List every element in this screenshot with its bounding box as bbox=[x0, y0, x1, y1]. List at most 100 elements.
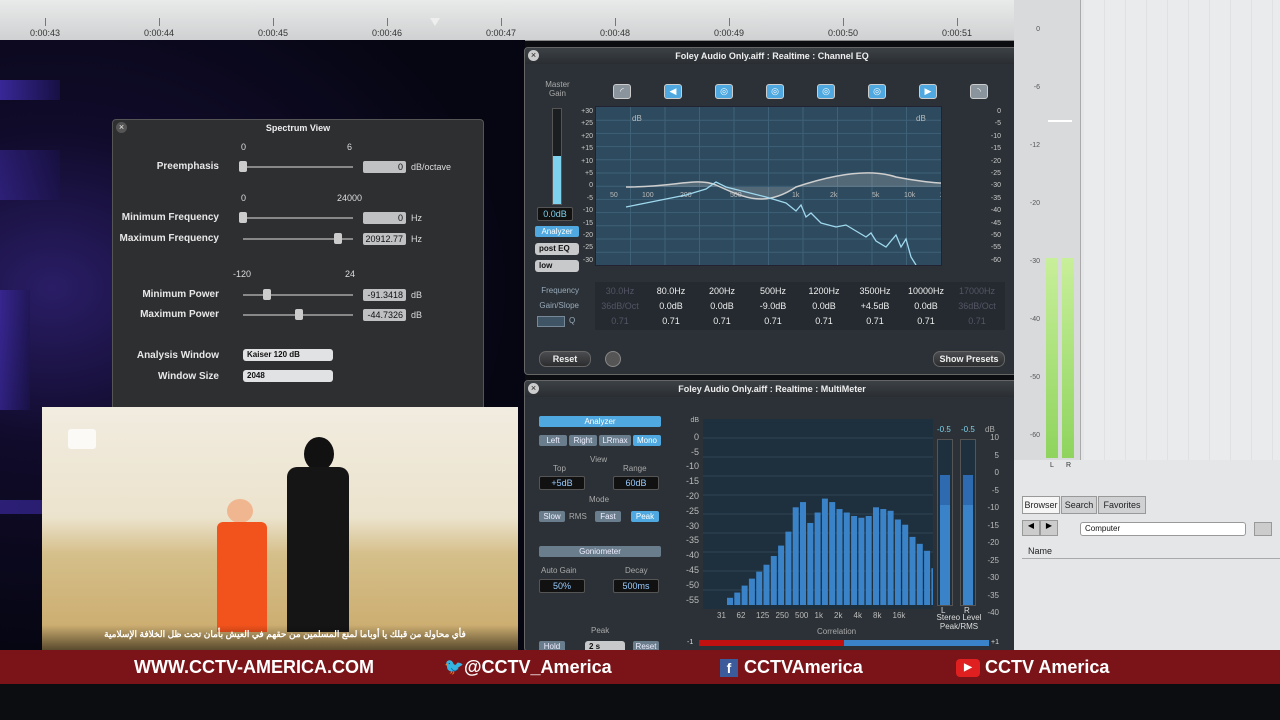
preemphasis-label: Preemphasis bbox=[156, 161, 219, 172]
right-channel-button[interactable]: Right bbox=[569, 435, 597, 446]
goniometer-button[interactable]: Goniometer bbox=[539, 546, 661, 557]
eq-freq-axis-label: 20k bbox=[940, 192, 941, 199]
spectrum-bar bbox=[756, 571, 763, 605]
band-gain-value[interactable]: 0.0dB bbox=[697, 301, 747, 311]
band-gain-value[interactable]: 0.0dB bbox=[901, 301, 951, 311]
close-icon[interactable]: × bbox=[528, 50, 539, 61]
band-frequency-value[interactable]: 80.0Hz bbox=[646, 286, 696, 296]
decay-field[interactable]: 500ms bbox=[613, 579, 659, 593]
max-frequency-slider[interactable] bbox=[243, 233, 353, 244]
close-icon[interactable]: × bbox=[528, 383, 539, 394]
fader-marker[interactable] bbox=[1048, 120, 1072, 122]
analysis-window-label: Analysis Window bbox=[136, 350, 219, 361]
eq-band-7-toggle-icon[interactable]: ▶ bbox=[919, 84, 937, 99]
tab-favorites[interactable]: Favorites bbox=[1098, 496, 1146, 514]
band-q-value[interactable]: 0.71 bbox=[595, 316, 645, 326]
lrmax-button[interactable]: LRmax bbox=[599, 435, 631, 446]
playhead-icon[interactable] bbox=[430, 18, 440, 26]
analysis-window-popup[interactable]: Kaiser 120 dB bbox=[243, 349, 333, 361]
band-q-value[interactable]: 0.71 bbox=[952, 316, 1002, 326]
band-frequency-value[interactable]: 17000Hz bbox=[952, 286, 1002, 296]
link-icon[interactable] bbox=[537, 316, 565, 327]
min-power-field[interactable]: -91.3418 bbox=[363, 289, 406, 301]
mono-button[interactable]: Mono bbox=[633, 435, 661, 446]
eq-band-1-toggle-icon[interactable]: ◜ bbox=[613, 84, 631, 99]
slider-knob[interactable] bbox=[295, 309, 303, 320]
eq-graph[interactable]: 20501002005001k2k5k10k20kdBdB bbox=[564, 106, 952, 266]
master-gain-fader[interactable] bbox=[552, 108, 562, 205]
eq-left-scale-label: +5 bbox=[585, 170, 593, 177]
eq-band-8-toggle-icon[interactable]: ◝ bbox=[970, 84, 988, 99]
close-icon[interactable]: × bbox=[116, 122, 127, 133]
band-gain-value[interactable]: -9.0dB bbox=[748, 301, 798, 311]
band-frequency-value[interactable]: 10000Hz bbox=[901, 286, 951, 296]
min-frequency-slider[interactable] bbox=[239, 212, 353, 223]
band-frequency-value[interactable]: 500Hz bbox=[748, 286, 798, 296]
band-gain-value[interactable]: +4.5dB bbox=[850, 301, 900, 311]
timeline-ruler[interactable]: 0:00:43 0:00:44 0:00:45 0:00:46 0:00:47 0:00:… bbox=[0, 0, 1014, 41]
slider-knob[interactable] bbox=[334, 233, 342, 244]
mm-analyzer-button[interactable]: Analyzer bbox=[539, 416, 661, 427]
window-size-popup[interactable]: 2048 bbox=[243, 370, 333, 382]
fast-button[interactable]: Fast bbox=[595, 511, 621, 522]
band-q-value[interactable]: 0.71 bbox=[799, 316, 849, 326]
max-frequency-field[interactable]: 20912.77 bbox=[363, 233, 406, 245]
tab-browser[interactable]: Browser bbox=[1022, 496, 1060, 514]
eq-band-4-toggle-icon[interactable]: ◎ bbox=[766, 84, 784, 99]
slider-knob[interactable] bbox=[239, 212, 247, 223]
band-frequency-value[interactable]: 200Hz bbox=[697, 286, 747, 296]
top-field[interactable]: +5dB bbox=[539, 476, 585, 490]
band-frequency-value[interactable]: 30.0Hz bbox=[595, 286, 645, 296]
preemphasis-slider[interactable] bbox=[239, 161, 353, 172]
slow-button[interactable]: Slow bbox=[539, 511, 565, 522]
back-icon[interactable]: ◀ bbox=[1022, 520, 1040, 536]
peak-mode-button[interactable]: Peak bbox=[631, 511, 659, 522]
preemphasis-min-label: 0 bbox=[241, 142, 247, 152]
mm-db-scale-label: dB bbox=[690, 417, 699, 424]
band-gain-value[interactable]: 0.0dB bbox=[799, 301, 849, 311]
band-q-value[interactable]: 0.71 bbox=[748, 316, 798, 326]
window-size-label: Window Size bbox=[157, 371, 219, 382]
name-column-header[interactable]: Name bbox=[1028, 546, 1052, 556]
band-gain-value[interactable]: 36dB/Oct bbox=[952, 301, 1002, 311]
eq-right-scale-label: -5 bbox=[994, 120, 1001, 128]
show-presets-button[interactable]: Show Presets bbox=[933, 351, 1005, 367]
band-gain-value[interactable]: 0.0dB bbox=[646, 301, 696, 311]
band-q-value[interactable]: 0.71 bbox=[901, 316, 951, 326]
forward-icon[interactable]: ▶ bbox=[1040, 520, 1058, 536]
max-power-field[interactable]: -44.7326 bbox=[363, 309, 406, 321]
min-frequency-field[interactable]: 0 bbox=[363, 212, 406, 224]
compare-icon[interactable] bbox=[605, 351, 621, 367]
track-area[interactable] bbox=[1084, 0, 1280, 460]
left-channel-button[interactable]: Left bbox=[539, 435, 567, 446]
eq-left-scale-label: -25 bbox=[582, 244, 593, 252]
eq-band-2-toggle-icon[interactable]: ◀ bbox=[664, 84, 682, 99]
auto-gain-field[interactable]: 50% bbox=[539, 579, 585, 593]
eq-band-3-toggle-icon[interactable]: ◎ bbox=[715, 84, 733, 99]
band-q-value[interactable]: 0.71 bbox=[646, 316, 696, 326]
max-power-slider[interactable] bbox=[243, 309, 353, 320]
view-toggle-icon[interactable] bbox=[1254, 522, 1272, 536]
band-frequency-value[interactable]: 1200Hz bbox=[799, 286, 849, 296]
eq-left-scale-label: +20 bbox=[581, 132, 593, 140]
slider-knob[interactable] bbox=[263, 289, 271, 300]
band-frequency-value[interactable]: 3500Hz bbox=[850, 286, 900, 296]
master-gain-field[interactable]: 0.0dB bbox=[537, 207, 573, 221]
tab-search[interactable]: Search bbox=[1061, 496, 1097, 514]
location-popup[interactable]: Computer bbox=[1080, 522, 1246, 536]
spectrum-bar bbox=[807, 522, 814, 605]
range-field[interactable]: 60dB bbox=[613, 476, 659, 490]
band-q-value[interactable]: 0.71 bbox=[850, 316, 900, 326]
band-gain-value[interactable]: 36dB/Oct bbox=[595, 301, 645, 311]
band-q-value[interactable]: 0.71 bbox=[697, 316, 747, 326]
eq-reset-button[interactable]: Reset bbox=[539, 351, 591, 367]
peak-l-readout: -0.5 bbox=[937, 425, 951, 434]
preemphasis-field[interactable]: 0 bbox=[363, 161, 406, 173]
min-power-slider[interactable] bbox=[243, 289, 353, 300]
spectrum-bar bbox=[902, 524, 909, 605]
eq-band-6-toggle-icon[interactable]: ◎ bbox=[868, 84, 886, 99]
ruler-tick-label: 0:00:50 bbox=[828, 28, 859, 38]
meter-scale-label: -30 bbox=[1029, 258, 1040, 265]
eq-band-5-toggle-icon[interactable]: ◎ bbox=[817, 84, 835, 99]
slider-knob[interactable] bbox=[239, 161, 247, 172]
